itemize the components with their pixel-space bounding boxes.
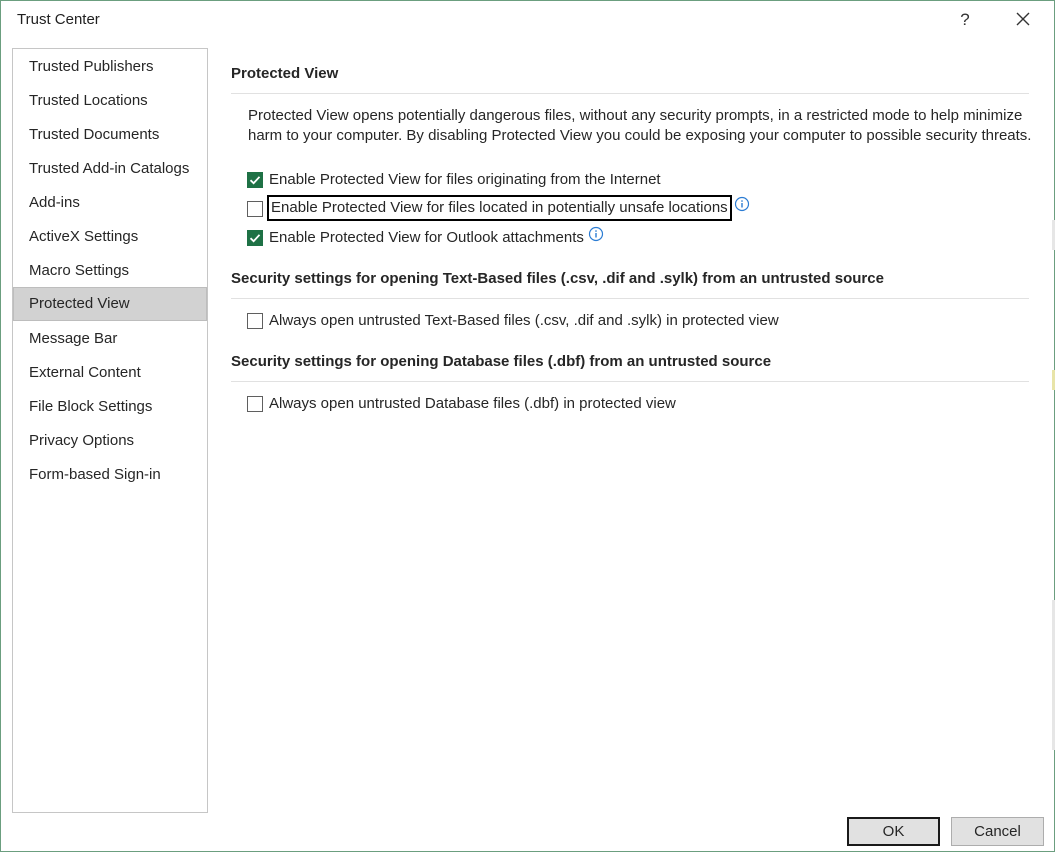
protected-view-description: Protected View opens potentially dangero… — [248, 107, 1032, 144]
sidebar-item-activex-settings[interactable]: ActiveX Settings — [13, 220, 207, 253]
sidebar-item-add-ins[interactable]: Add-ins — [13, 186, 207, 219]
checkmark-icon — [249, 234, 261, 243]
info-icon[interactable] — [588, 226, 604, 242]
sidebar-item-protected-view[interactable]: Protected View — [13, 287, 207, 321]
section-divider — [231, 381, 1029, 382]
option-label: Enable Protected View for files originat… — [269, 171, 661, 188]
sidebar-item-trusted-documents[interactable]: Trusted Documents — [13, 118, 207, 151]
checkbox-unsafe-locations[interactable] — [247, 201, 263, 217]
option-label: Enable Protected View for Outlook attach… — [269, 229, 584, 246]
sidebar-item-external-content[interactable]: External Content — [13, 356, 207, 389]
section-heading-database: Security settings for opening Database f… — [231, 353, 772, 370]
option-label: Always open untrusted Database files (.d… — [269, 395, 676, 412]
dialog-title: Trust Center — [17, 11, 100, 28]
ok-button[interactable]: OK — [847, 817, 940, 846]
checkmark-icon — [249, 176, 261, 185]
option-label: Always open untrusted Text-Based files (… — [269, 312, 779, 329]
checkbox-text-based-files[interactable] — [247, 313, 263, 329]
close-button[interactable] — [1009, 5, 1037, 33]
sidebar-item-macro-settings[interactable]: Macro Settings — [13, 254, 207, 287]
info-icon[interactable] — [734, 196, 750, 212]
section-divider — [231, 93, 1029, 94]
section-heading-text-based: Security settings for opening Text-Based… — [231, 270, 884, 287]
option-label-focused: Enable Protected View for files located … — [267, 195, 732, 221]
sidebar-item-form-based-sign-in[interactable]: Form-based Sign-in — [13, 458, 207, 491]
close-icon — [1016, 12, 1030, 26]
sidebar-item-privacy-options[interactable]: Privacy Options — [13, 424, 207, 457]
section-heading-protected-view: Protected View — [231, 65, 339, 82]
checkbox-database-files[interactable] — [247, 396, 263, 412]
sidebar-item-trusted-publishers[interactable]: Trusted Publishers — [13, 50, 207, 83]
section-divider — [231, 298, 1029, 299]
cancel-button[interactable]: Cancel — [951, 817, 1044, 846]
category-sidebar: Trusted Publishers Trusted Locations Tru… — [12, 48, 208, 813]
sidebar-item-trusted-locations[interactable]: Trusted Locations — [13, 84, 207, 117]
help-button[interactable]: ? — [952, 7, 978, 33]
title-bar: Trust Center ? — [1, 1, 1054, 41]
sidebar-item-file-block-settings[interactable]: File Block Settings — [13, 390, 207, 423]
checkbox-outlook-attachments[interactable] — [247, 230, 263, 246]
trust-center-dialog: Trust Center ? Trusted Publishers Truste… — [0, 0, 1055, 852]
checkbox-internet-files[interactable] — [247, 172, 263, 188]
sidebar-item-message-bar[interactable]: Message Bar — [13, 322, 207, 355]
sidebar-item-trusted-add-in-catalogs[interactable]: Trusted Add-in Catalogs — [13, 152, 207, 185]
